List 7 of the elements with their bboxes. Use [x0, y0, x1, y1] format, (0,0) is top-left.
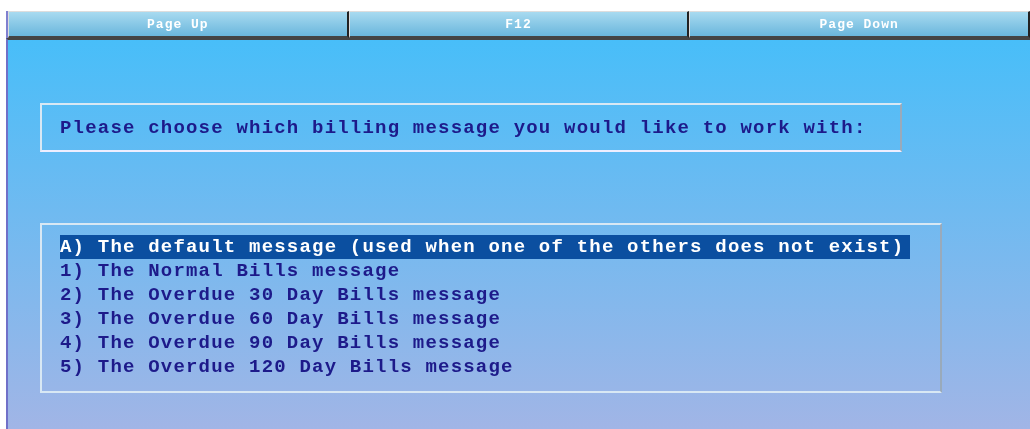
- message-option[interactable]: 1) The Normal Bills message: [60, 259, 407, 283]
- message-option[interactable]: 5) The Overdue 120 Day Bills message: [60, 355, 520, 379]
- message-option[interactable]: A) The default message (used when one of the others does not exist): [60, 235, 911, 259]
- prompt-text: Please choose which billing message you would like to work with:: [60, 116, 867, 139]
- message-option[interactable]: 3) The Overdue 60 Day Bills message: [60, 307, 508, 331]
- message-option[interactable]: 2) The Overdue 30 Day Bills message: [60, 283, 508, 307]
- message-option[interactable]: 4) The Overdue 90 Day Bills message: [60, 331, 508, 355]
